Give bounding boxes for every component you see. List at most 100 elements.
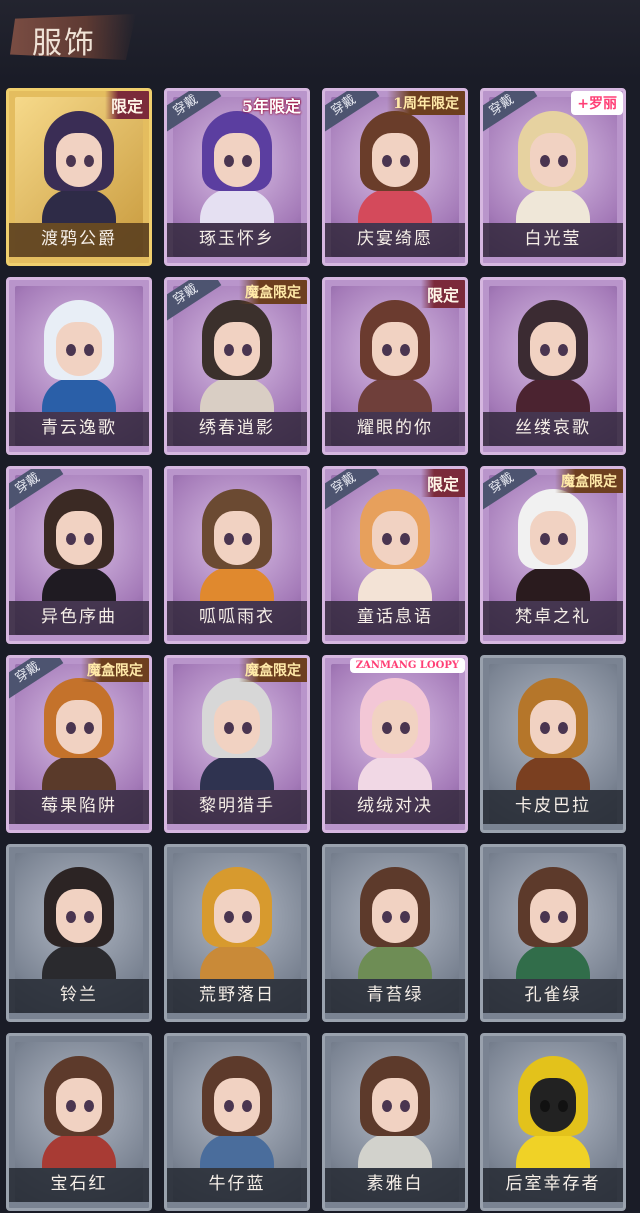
costume-card[interactable]: 后室幸存者 xyxy=(480,1033,626,1211)
outfit xyxy=(358,756,432,790)
limited-badge: 限定 xyxy=(420,469,465,497)
eye xyxy=(224,1100,234,1112)
costume-card[interactable]: 卡皮巴拉 xyxy=(480,655,626,833)
costume-name: 异色序曲 xyxy=(41,607,117,627)
face xyxy=(372,889,418,943)
eye xyxy=(400,722,410,734)
costume-name: 丝缕哀歌 xyxy=(515,418,591,438)
character-portrait xyxy=(34,296,124,412)
eye xyxy=(540,155,550,167)
face xyxy=(372,511,418,565)
face xyxy=(56,889,102,943)
outfit xyxy=(200,756,274,790)
costume-name: 绣春逍影 xyxy=(199,418,275,438)
costume-name: 庆宴绮愿 xyxy=(357,229,433,249)
costume-card[interactable]: 渡鸦公爵 限定 xyxy=(6,88,152,266)
face xyxy=(530,1078,576,1132)
outfit xyxy=(200,1134,274,1168)
costume-card[interactable]: 荒野落日 xyxy=(164,844,310,1022)
eye xyxy=(66,533,76,545)
character-portrait xyxy=(350,863,440,979)
costume-card[interactable]: 童话息语 穿戴 限定 xyxy=(322,466,468,644)
character-portrait xyxy=(508,1052,598,1168)
limited-badge: ZANMANG LOOPY xyxy=(349,658,465,673)
eye xyxy=(382,155,392,167)
costume-card[interactable]: 牛仔蓝 xyxy=(164,1033,310,1211)
limited-badge: 1周年限定 xyxy=(387,91,465,115)
face xyxy=(530,889,576,943)
costume-name: 童话息语 xyxy=(357,607,433,627)
costume-name: 耀眼的你 xyxy=(357,418,433,438)
outfit xyxy=(200,189,274,223)
costume-name: 渡鸦公爵 xyxy=(41,229,117,249)
eye xyxy=(224,722,234,734)
costume-card[interactable]: 白光莹 穿戴 +罗丽 xyxy=(480,88,626,266)
character-portrait xyxy=(34,485,124,601)
costume-card[interactable]: 黎明猎手 魔盒限定 xyxy=(164,655,310,833)
costume-card[interactable]: 孔雀绿 xyxy=(480,844,626,1022)
outfit xyxy=(200,945,274,979)
eye xyxy=(540,722,550,734)
eye xyxy=(540,344,550,356)
eye xyxy=(84,533,94,545)
face xyxy=(372,322,418,376)
costume-card[interactable]: 宝石红 xyxy=(6,1033,152,1211)
eye xyxy=(558,155,568,167)
face xyxy=(56,1078,102,1132)
costume-card[interactable]: 庆宴绮愿 穿戴 1周年限定 xyxy=(322,88,468,266)
face xyxy=(372,700,418,754)
limited-badge: 魔盒限定 xyxy=(81,658,149,682)
outfit xyxy=(42,189,116,223)
eye xyxy=(400,344,410,356)
outfit xyxy=(42,378,116,412)
costume-name: 绒绒对决 xyxy=(357,796,433,816)
eye xyxy=(84,344,94,356)
costume-card[interactable]: 绒绒对决 ZANMANG LOOPY xyxy=(322,655,468,833)
eye xyxy=(242,1100,252,1112)
character-portrait xyxy=(192,107,282,223)
costume-name: 青云逸歌 xyxy=(41,418,117,438)
character-portrait xyxy=(350,485,440,601)
eye xyxy=(224,155,234,167)
character-portrait xyxy=(192,863,282,979)
costume-name: 铃兰 xyxy=(60,985,98,1005)
eye xyxy=(540,533,550,545)
costume-card[interactable]: 琢玉怀乡 穿戴 5年限定 xyxy=(164,88,310,266)
costume-name: 素雅白 xyxy=(366,1174,424,1194)
face xyxy=(214,133,260,187)
limited-badge: 魔盒限定 xyxy=(239,658,307,682)
costume-card[interactable]: 耀眼的你 限定 xyxy=(322,277,468,455)
limited-badge: 限定 xyxy=(420,280,465,308)
costume-card[interactable]: 丝缕哀歌 xyxy=(480,277,626,455)
eye xyxy=(558,722,568,734)
character-portrait xyxy=(34,107,124,223)
face xyxy=(530,700,576,754)
costume-card[interactable]: 青云逸歌 xyxy=(6,277,152,455)
face xyxy=(56,511,102,565)
face xyxy=(214,511,260,565)
limited-badge: +罗丽 xyxy=(571,91,623,115)
eye xyxy=(242,911,252,923)
costume-name: 呱呱雨衣 xyxy=(199,607,275,627)
face xyxy=(530,133,576,187)
costume-name: 青苔绿 xyxy=(366,985,424,1005)
costume-card[interactable]: 梵卓之礼 穿戴 魔盒限定 xyxy=(480,466,626,644)
eye xyxy=(382,722,392,734)
costume-card[interactable]: 素雅白 xyxy=(322,1033,468,1211)
costume-card[interactable]: 绣春逍影 穿戴 魔盒限定 xyxy=(164,277,310,455)
costume-card[interactable]: 莓果陷阱 穿戴 魔盒限定 xyxy=(6,655,152,833)
costume-name: 孔雀绿 xyxy=(524,985,582,1005)
face xyxy=(56,133,102,187)
eye xyxy=(66,722,76,734)
outfit xyxy=(358,189,432,223)
costume-card[interactable]: 异色序曲 穿戴 xyxy=(6,466,152,644)
costume-card[interactable]: 铃兰 xyxy=(6,844,152,1022)
outfit xyxy=(200,567,274,601)
character-portrait xyxy=(192,296,282,412)
costume-card[interactable]: 青苔绿 xyxy=(322,844,468,1022)
outfit xyxy=(516,1134,590,1168)
eye xyxy=(242,155,252,167)
eye xyxy=(382,911,392,923)
costume-card[interactable]: 呱呱雨衣 xyxy=(164,466,310,644)
eye xyxy=(242,533,252,545)
